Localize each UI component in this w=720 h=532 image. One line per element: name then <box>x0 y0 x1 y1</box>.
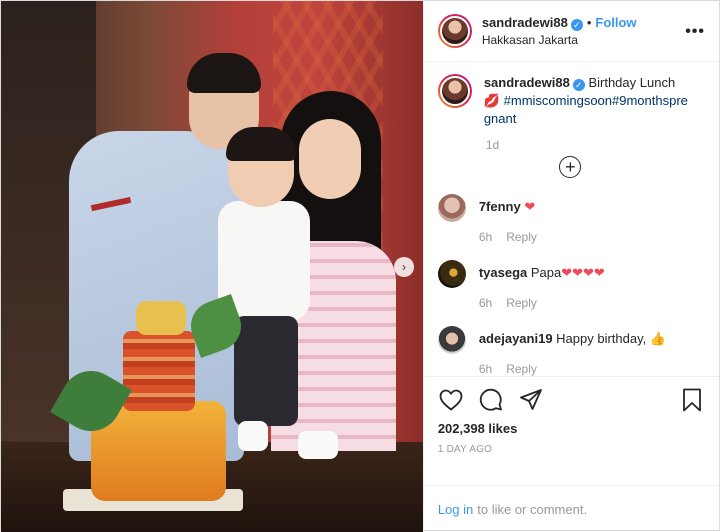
heart-emoji: ❤ <box>524 199 536 215</box>
login-link[interactable]: Log in <box>438 502 473 517</box>
comment-avatar[interactable] <box>437 194 466 223</box>
comment-item: adejayani19 Happy birthday, 👍 6h Reply <box>437 326 705 377</box>
comments-section: sandradewi88 ✓ Birthday Lunch 💋 #mmiscomi… <box>424 62 719 376</box>
login-prompt: Log in to like or comment. <box>423 485 719 532</box>
verified-icon: ✓ <box>570 19 583 32</box>
heart-emoji: ❤❤❤❤ <box>561 265 605 281</box>
share-icon[interactable] <box>518 387 544 413</box>
post-side-panel: sandradewi88 ✓ • Follow Hakkasan Jakarta ••… <box>422 1 719 532</box>
comment-time: 6h <box>478 296 493 311</box>
comment-text: Happy birthday, <box>556 331 647 347</box>
post-location[interactable]: Hakkasan Jakarta <box>482 33 637 47</box>
caption-hashtags[interactable]: #mmiscomingsoon#9monthspregnant <box>484 93 688 126</box>
likes-count[interactable]: 202,398 likes <box>438 421 705 436</box>
reply-button[interactable]: Reply <box>506 362 537 376</box>
caption: sandradewi88 ✓ Birthday Lunch 💋 #mmiscomi… <box>437 74 705 128</box>
chevron-right-icon[interactable]: › <box>394 257 414 277</box>
comment-time: 6h <box>478 362 493 377</box>
post-actions: 202,398 likes 1 DAY AGO <box>423 376 719 485</box>
comment-time: 6h <box>478 230 493 245</box>
login-suffix: to like or comment. <box>477 501 588 517</box>
post-date: 1 DAY AGO <box>437 444 493 456</box>
comment-username[interactable]: tyasega <box>479 265 527 280</box>
more-options-icon[interactable]: ••• <box>685 23 705 41</box>
thumbs-up-emoji: 👍 <box>649 331 667 347</box>
caption-text: Birthday Lunch <box>588 75 676 91</box>
comment-avatar[interactable] <box>437 326 466 355</box>
post-photo[interactable]: › <box>1 1 423 532</box>
reply-button[interactable]: Reply <box>506 296 537 310</box>
caption-username[interactable]: sandradewi88 <box>484 75 570 90</box>
follow-button[interactable]: Follow <box>595 15 636 30</box>
comment-icon[interactable] <box>478 387 504 413</box>
caption-timestamp: 1d <box>485 138 500 153</box>
comment-avatar[interactable] <box>437 260 466 289</box>
comment-username[interactable]: 7fenny <box>479 199 521 214</box>
user-avatar[interactable] <box>437 14 472 49</box>
verified-icon: ✓ <box>572 79 585 92</box>
comment-username[interactable]: adejayani19 <box>479 331 553 346</box>
plus-circle-icon[interactable]: + <box>559 156 582 179</box>
instagram-post: › sandradewi88 ✓ • Follow Hakkasan Jakarta … <box>0 0 720 532</box>
bookmark-icon[interactable] <box>679 387 705 413</box>
comment-item: tyasega Papa❤❤❤❤ 6h Reply <box>437 260 705 311</box>
photo-cake <box>50 293 249 511</box>
kiss-emoji: 💋 <box>483 93 501 109</box>
caption-avatar[interactable] <box>437 74 472 109</box>
comment-text: Papa <box>530 265 562 281</box>
post-username[interactable]: sandradewi88 <box>482 15 568 30</box>
reply-button[interactable]: Reply <box>506 230 537 244</box>
separator-dot: • <box>586 15 592 31</box>
post-header: sandradewi88 ✓ • Follow Hakkasan Jakarta ••… <box>423 1 719 63</box>
comment-item: 7fenny ❤ 6h Reply <box>437 194 705 245</box>
heart-icon[interactable] <box>438 387 464 413</box>
